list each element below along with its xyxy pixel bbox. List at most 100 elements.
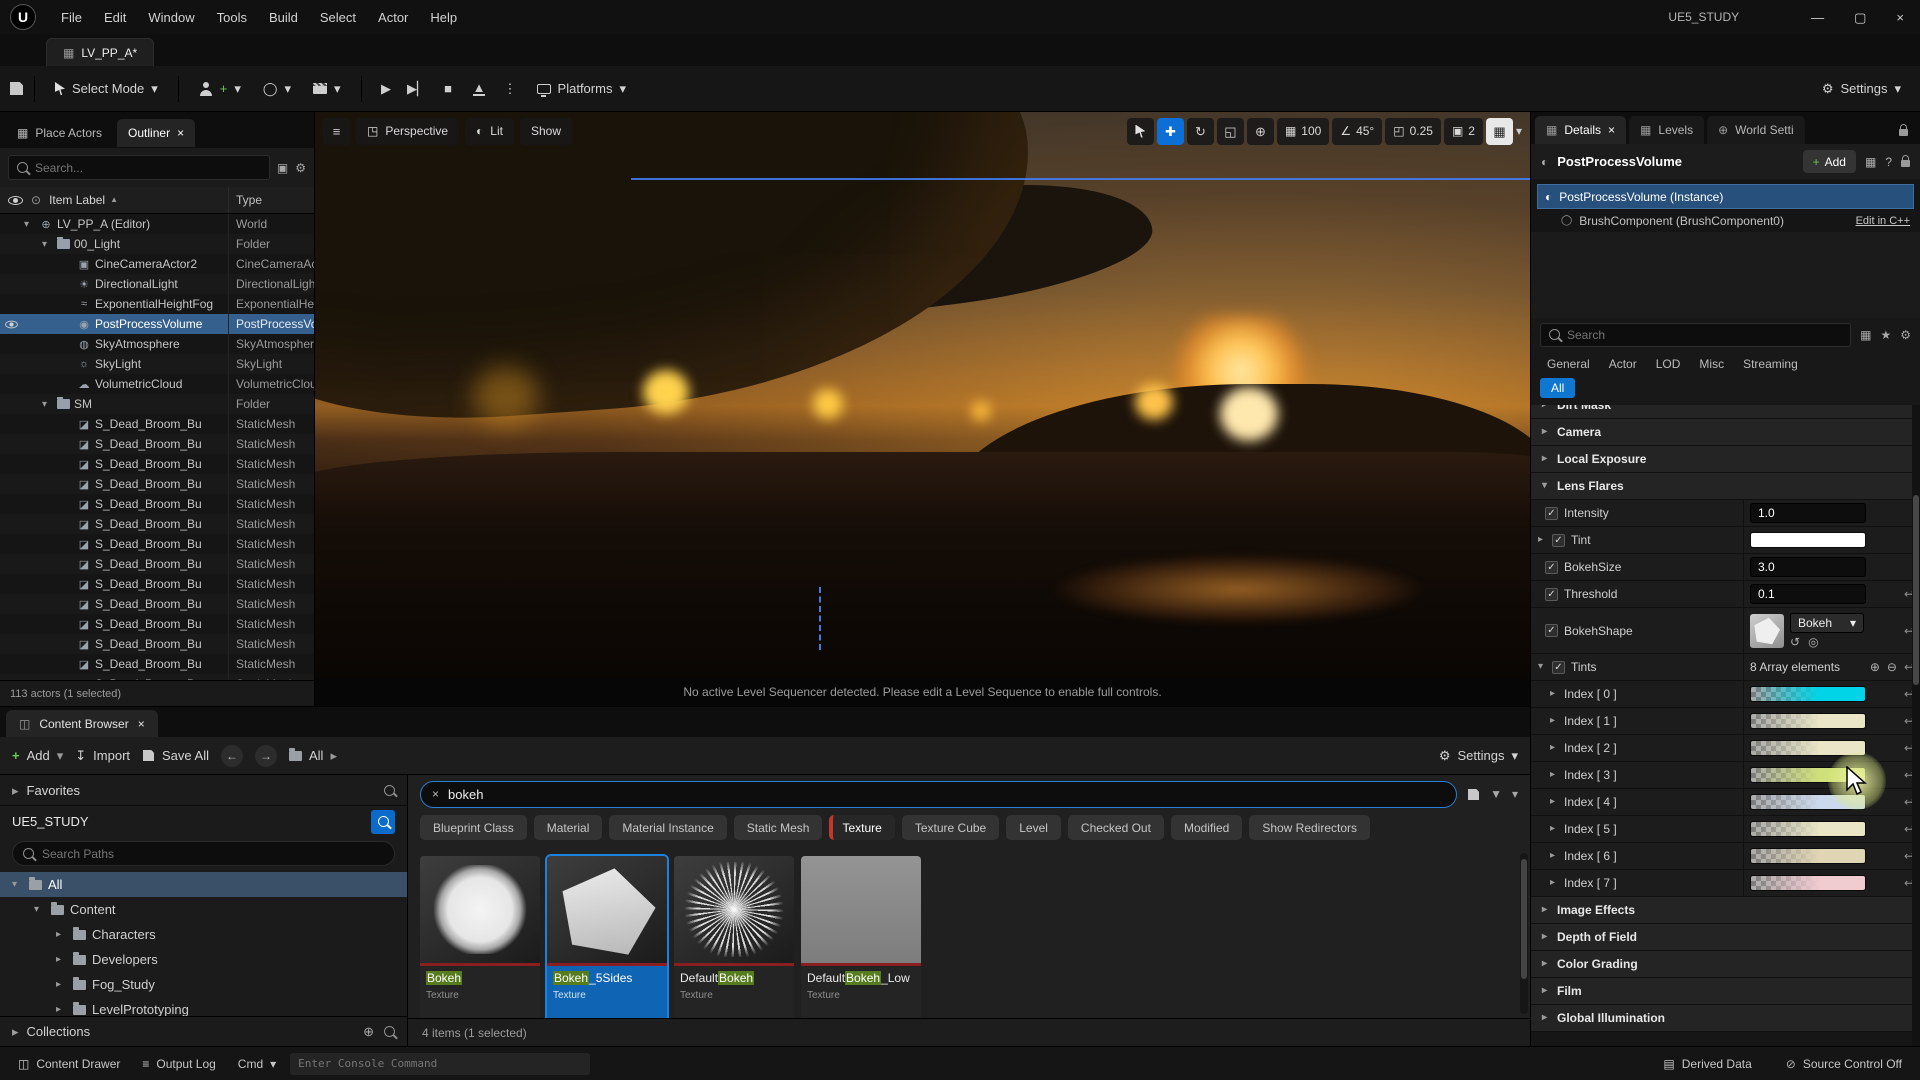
level-asset-tab[interactable]: LV_PP_A* (46, 38, 154, 66)
menu-item[interactable]: Tools (206, 5, 258, 30)
path-filter-button[interactable] (371, 810, 395, 834)
add-component-button[interactable]: Add (1803, 150, 1856, 173)
category-tab[interactable]: LOD (1656, 357, 1681, 371)
expander-icon[interactable]: ▾ (42, 399, 53, 410)
lens-flares-section-header[interactable]: Lens Flares (1531, 473, 1920, 500)
folder-tree-item[interactable]: ▾ Content (0, 897, 407, 922)
close-icon[interactable] (177, 127, 184, 139)
save-search-icon[interactable] (1468, 788, 1479, 799)
play-icon[interactable] (373, 75, 400, 102)
outliner-settings-icon[interactable] (295, 162, 306, 174)
filter-chip[interactable]: Texture (829, 815, 894, 840)
rotation-snap-control[interactable]: 45° (1332, 118, 1382, 145)
output-log-button[interactable]: Output Log (134, 1057, 223, 1071)
tab-world-settings[interactable]: World Setti (1707, 116, 1805, 144)
outliner-row[interactable]: SkyAtmosphere SkyAtmosphere (0, 334, 314, 354)
component-instance-row[interactable]: PostProcessVolume (Instance) (1537, 184, 1914, 209)
platforms-dropdown[interactable]: Platforms (528, 74, 635, 103)
checkbox[interactable] (1545, 624, 1558, 637)
checkbox[interactable] (1545, 588, 1558, 601)
category-section-header[interactable]: Image Effects (1531, 897, 1920, 924)
expander-icon[interactable] (1539, 1013, 1550, 1023)
asset-search-input[interactable] (448, 787, 1445, 802)
rotate-tool-icon[interactable] (1187, 118, 1214, 145)
item-label-column-header[interactable]: Item Label (49, 193, 105, 207)
expander-icon[interactable] (1547, 797, 1558, 807)
viewport-layout-icon[interactable] (1486, 118, 1513, 145)
cmd-dropdown[interactable]: Cmd (230, 1057, 284, 1071)
cb-settings-dropdown[interactable]: Settings (1439, 748, 1518, 763)
viewport[interactable]: Perspective Lit Show (315, 112, 1530, 706)
back-icon[interactable] (221, 745, 243, 767)
outliner-row[interactable]: S_Dead_Broom_Bu StaticMesh (0, 574, 314, 594)
expander-icon[interactable]: ▾ (24, 219, 35, 230)
filter-chip[interactable]: Level (1006, 815, 1061, 840)
expander-icon[interactable] (1535, 535, 1546, 545)
tint-color-swatch[interactable] (1750, 713, 1866, 729)
outliner-row[interactable]: DirectionalLight DirectionalLight (0, 274, 314, 294)
outliner-search[interactable] (8, 155, 270, 180)
category-section-header[interactable]: Dirt Mask (1531, 405, 1920, 419)
outliner-row[interactable]: S_Dead_Broom_Bu StaticMesh (0, 454, 314, 474)
add-actor-button[interactable] (190, 75, 250, 103)
details-settings-icon[interactable] (1900, 329, 1911, 341)
expander-icon[interactable] (1539, 427, 1550, 437)
maximize-icon[interactable] (1854, 11, 1866, 24)
content-drawer-button[interactable]: Content Drawer (10, 1057, 128, 1071)
search-paths-box[interactable] (12, 841, 395, 866)
collections-section[interactable]: Collections (0, 1016, 407, 1046)
camera-speed-control[interactable]: 2 (1444, 118, 1483, 145)
outliner-row[interactable]: ExponentialHeightFog ExponentialHeightFo… (0, 294, 314, 314)
category-tab[interactable]: Streaming (1743, 357, 1798, 371)
display-filter-icon[interactable] (1860, 329, 1871, 341)
expander-icon[interactable] (1539, 959, 1550, 969)
category-section-header[interactable]: Global Illumination (1531, 1005, 1920, 1032)
outliner-row[interactable]: S_Dead_Broom_Bu StaticMesh (0, 534, 314, 554)
expander-icon[interactable]: ▸ (56, 929, 67, 940)
menu-item[interactable]: Edit (93, 5, 137, 30)
outliner-row[interactable]: VolumetricCloud VolumetricCloud (0, 374, 314, 394)
forward-icon[interactable] (255, 745, 277, 767)
scale-snap-control[interactable]: 0.25 (1385, 118, 1441, 145)
outliner-row[interactable]: PostProcessVolume PostProcessVolume (0, 314, 314, 334)
frame-skip-icon[interactable] (404, 75, 431, 102)
chevron-down-icon[interactable] (1512, 788, 1518, 800)
cinematics-button[interactable] (304, 75, 350, 102)
category-section-header[interactable]: Local Exposure (1531, 446, 1920, 473)
tint-color-swatch[interactable] (1750, 794, 1866, 810)
category-tab[interactable]: Misc (1699, 357, 1724, 371)
outliner-search-input[interactable] (35, 161, 261, 175)
outliner-row[interactable]: SkyLight SkyLight (0, 354, 314, 374)
browse-to-asset-icon[interactable] (1808, 636, 1818, 648)
expander-icon[interactable] (1547, 824, 1558, 834)
expander-icon[interactable] (1547, 689, 1558, 699)
search-icon[interactable] (384, 785, 395, 796)
tint-color-swatch[interactable] (1750, 532, 1866, 548)
expander-icon[interactable] (1547, 851, 1558, 861)
settings-dropdown[interactable]: Settings (1813, 74, 1910, 103)
save-icon[interactable] (10, 82, 23, 95)
grid-snap-control[interactable]: 100 (1277, 118, 1329, 145)
tint-color-swatch[interactable] (1750, 767, 1866, 783)
outliner-row[interactable]: S_Dead_Broom_Bu StaticMesh (0, 414, 314, 434)
asset-tile[interactable]: Bokeh Texture (420, 856, 540, 1018)
outliner-row[interactable]: S_Dead_Broom_Bu StaticMesh (0, 614, 314, 634)
expander-icon[interactable] (1539, 454, 1550, 464)
menu-item[interactable]: Help (419, 5, 468, 30)
expander-icon[interactable] (1539, 986, 1550, 996)
tab-outliner[interactable]: Outliner (117, 119, 195, 147)
project-section[interactable]: UE5_STUDY (0, 805, 407, 837)
tab-place-actors[interactable]: Place Actors (6, 119, 113, 147)
expander-icon[interactable] (1539, 481, 1550, 491)
clear-search-icon[interactable] (432, 788, 439, 800)
visibility-eye-icon[interactable] (5, 320, 18, 328)
expander-icon[interactable] (1539, 905, 1550, 915)
use-selected-icon[interactable] (1790, 636, 1800, 648)
outliner-row[interactable]: S_Dead_Broom_Bu StaticMesh (0, 434, 314, 454)
move-tool-icon[interactable] (1157, 118, 1184, 145)
outliner-row[interactable]: S_Dead_Broom_Bu StaticMesh (0, 634, 314, 654)
tint-color-swatch[interactable] (1750, 848, 1866, 864)
favorites-icon[interactable] (1880, 329, 1891, 341)
add-button[interactable]: Add (12, 748, 63, 763)
expander-icon[interactable] (1547, 878, 1558, 888)
